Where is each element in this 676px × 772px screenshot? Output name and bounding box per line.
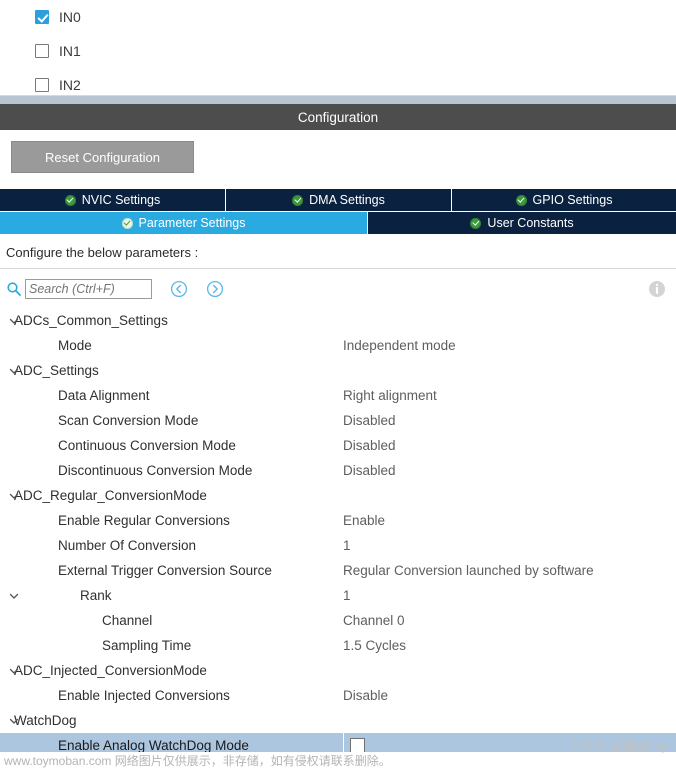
tree-row-value[interactable]: Disabled (343, 413, 396, 428)
tree-row-label: Mode (58, 338, 92, 353)
row-column-divider (343, 733, 344, 752)
tree-row-label: Rank (80, 588, 112, 603)
watermark-bottom: www.toymoban.com 网络图片仅供展示，非存储，如有侵权请联系删除。 (4, 754, 391, 768)
tree-row-label: WatchDog (14, 713, 77, 728)
chevron-down-icon[interactable] (6, 363, 22, 379)
tree-row[interactable]: Sampling Time 1.5 Cycles (0, 633, 676, 658)
tab-parameter-settings[interactable]: Parameter Settings (0, 212, 368, 234)
tree-group-row[interactable]: ADC_Regular_ConversionMode (0, 483, 676, 508)
search-toolbar (0, 270, 676, 308)
tab-label: GPIO Settings (532, 193, 613, 207)
info-icon[interactable] (648, 280, 666, 298)
tree-row-label: Continuous Conversion Mode (58, 438, 236, 453)
tree-row-value[interactable]: Disable (343, 688, 388, 703)
tree-row-value[interactable]: Enable (343, 513, 385, 528)
panel-divider (0, 96, 676, 104)
channel-label: IN1 (59, 43, 81, 59)
channel-label: IN0 (59, 9, 81, 25)
tab-strip-secondary: Parameter Settings User Constants (0, 212, 676, 234)
tab-separator (0, 234, 676, 235)
tree-group-row[interactable]: ADC_Settings (0, 358, 676, 383)
tree-row-value[interactable]: 1.5 Cycles (343, 638, 406, 653)
channel-row-in1[interactable]: IN1 (0, 34, 676, 68)
tree-row-label: Number Of Conversion (58, 538, 197, 553)
channel-checkbox-in1[interactable] (35, 44, 49, 58)
instruction-text: Configure the below parameters : (6, 244, 199, 260)
tree-row-label: Sampling Time (102, 638, 192, 653)
configuration-title: Configuration (297, 109, 379, 125)
channel-label: IN2 (59, 77, 81, 93)
check-circle-icon (121, 217, 133, 229)
configuration-title-bar: Configuration (0, 104, 676, 130)
tab-label: NVIC Settings (81, 193, 161, 207)
parameter-tree: ADCs_Common_Settings Mode Independent mode… (0, 308, 676, 752)
tree-row-value[interactable]: 1 (343, 538, 351, 553)
chevron-down-icon[interactable] (6, 488, 22, 504)
channel-list-panel: IN0 IN1 IN2 (0, 0, 676, 96)
tree-row-checkbox[interactable] (350, 738, 365, 752)
tab-nvic-settings[interactable]: NVIC Settings (0, 189, 226, 211)
tree-row-value[interactable]: 1 (343, 588, 351, 603)
tree-row-label: Enable Injected Conversions (58, 688, 230, 703)
tab-label: DMA Settings (309, 193, 385, 207)
tree-row-value[interactable]: Channel 0 (343, 613, 405, 628)
tree-row-value[interactable]: Disabled (343, 463, 396, 478)
tree-row[interactable]: Mode Independent mode (0, 333, 676, 358)
toolbar-area: Reset Configuration (0, 130, 676, 188)
instruction-bar: Configure the below parameters : (0, 236, 676, 269)
check-circle-icon (64, 194, 76, 206)
tree-row-label: Enable Regular Conversions (58, 513, 230, 528)
channel-row-in2[interactable]: IN2 (0, 68, 676, 95)
check-circle-icon (470, 217, 482, 229)
tree-row-value[interactable]: Regular Conversion launched by software (343, 563, 594, 578)
tab-label: User Constants (487, 216, 574, 230)
tree-row[interactable]: Enable Regular Conversions Enable (0, 508, 676, 533)
tree-row-label: ADC_Injected_ConversionMode (14, 663, 207, 678)
tree-row-label: Channel (102, 613, 153, 628)
channel-checkbox-in2[interactable] (35, 78, 49, 92)
tree-row-label: Discontinuous Conversion Mode (58, 463, 253, 478)
tree-row-label: Enable Analog WatchDog Mode (58, 738, 249, 752)
tab-label: Parameter Settings (138, 216, 246, 230)
tree-row-value[interactable]: Disabled (343, 438, 396, 453)
tree-row-label: ADCs_Common_Settings (14, 313, 168, 328)
search-icon (6, 281, 22, 297)
tab-strip-primary: NVIC Settings DMA Settings GPIO Settings (0, 189, 676, 211)
tree-row[interactable]: Scan Conversion Mode Disabled (0, 408, 676, 433)
chevron-down-icon[interactable] (6, 663, 22, 679)
channel-row-in0[interactable]: IN0 (0, 0, 676, 34)
search-previous-icon[interactable] (170, 280, 188, 298)
chevron-down-icon[interactable] (6, 588, 22, 604)
tree-row-label: ADC_Regular_ConversionMode (14, 488, 207, 503)
chevron-down-icon[interactable] (6, 713, 22, 729)
tree-row[interactable]: Enable Injected Conversions Disable (0, 683, 676, 708)
tree-row-value[interactable]: Independent mode (343, 338, 456, 353)
tree-group-row[interactable]: ADC_Injected_ConversionMode (0, 658, 676, 683)
tab-user-constants[interactable]: User Constants (368, 212, 676, 234)
tree-group-row[interactable]: WatchDog (0, 708, 676, 733)
tree-row[interactable]: External Trigger Conversion Source Regula… (0, 558, 676, 583)
tree-row-label: Scan Conversion Mode (58, 413, 199, 428)
check-circle-icon (515, 194, 527, 206)
watermark-csdn: CSDN @趣知boy (571, 739, 668, 753)
tree-row[interactable]: Number Of Conversion 1 (0, 533, 676, 558)
tree-row-label: External Trigger Conversion Source (58, 563, 272, 578)
tab-dma-settings[interactable]: DMA Settings (226, 189, 452, 211)
reset-configuration-button[interactable]: Reset Configuration (11, 141, 194, 173)
tree-row[interactable]: Channel Channel 0 (0, 608, 676, 633)
search-next-icon[interactable] (206, 280, 224, 298)
tree-row[interactable]: Rank 1 (0, 583, 676, 608)
tree-row-label: Data Alignment (58, 388, 150, 403)
chevron-down-icon[interactable] (6, 313, 22, 329)
tree-row-value[interactable]: Right alignment (343, 388, 437, 403)
tree-row[interactable]: Continuous Conversion Mode Disabled (0, 433, 676, 458)
tab-gpio-settings[interactable]: GPIO Settings (452, 189, 676, 211)
tree-row-label: ADC_Settings (14, 363, 99, 378)
tree-row[interactable]: Data Alignment Right alignment (0, 383, 676, 408)
channel-checkbox-in0[interactable] (35, 10, 49, 24)
tree-row[interactable]: Discontinuous Conversion Mode Disabled (0, 458, 676, 483)
search-input[interactable] (25, 279, 152, 299)
check-circle-icon (292, 194, 304, 206)
tree-group-row[interactable]: ADCs_Common_Settings (0, 308, 676, 333)
